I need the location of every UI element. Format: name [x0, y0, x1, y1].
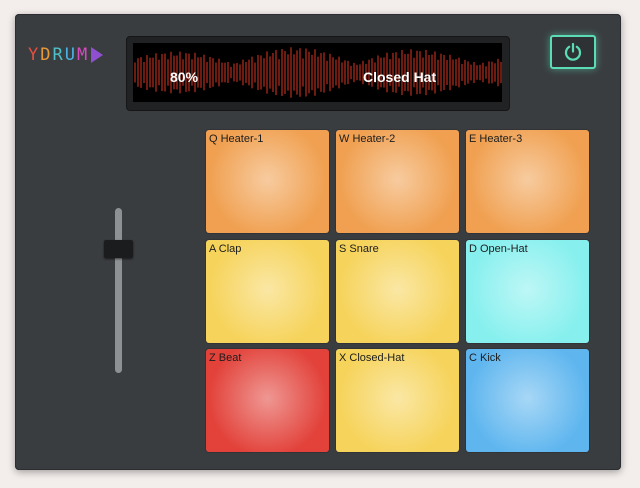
drum-pad-label: D Open-Hat	[469, 243, 528, 255]
volume-readout: 80%	[170, 69, 199, 85]
drum-pad-label: Q Heater-1	[209, 133, 264, 145]
drum-pad[interactable]: X Closed-Hat	[336, 349, 459, 452]
drum-pad-label: A Clap	[209, 243, 242, 255]
logo-letter: M	[77, 45, 90, 65]
drum-pad[interactable]: Q Heater-1	[206, 130, 329, 233]
logo-letter: Y	[28, 45, 41, 65]
drum-pad[interactable]: E Heater-3	[466, 130, 589, 233]
logo-letter: D	[40, 45, 53, 65]
drum-pad-label: Z Beat	[209, 352, 242, 364]
drum-pad[interactable]: W Heater-2	[336, 130, 459, 233]
drum-pad-label: S Snare	[339, 243, 379, 255]
volume-slider-thumb[interactable]	[104, 240, 133, 258]
power-button[interactable]	[550, 35, 596, 69]
power-icon	[564, 42, 582, 61]
play-arrow-icon	[91, 47, 104, 63]
drum-pad[interactable]: S Snare	[336, 240, 459, 343]
logo-letter: R	[52, 45, 65, 65]
volume-slider-track[interactable]	[115, 208, 122, 373]
display-screen: 80% Closed Hat	[133, 43, 502, 102]
drum-pad[interactable]: C Kick	[466, 349, 589, 452]
drum-pad-label: E Heater-3	[469, 133, 523, 145]
logo-letter: U	[64, 45, 77, 65]
drum-pad-label: X Closed-Hat	[339, 352, 405, 364]
ydrum-logo: Y D R U M	[28, 45, 104, 65]
display-panel: 80% Closed Hat	[127, 37, 509, 110]
drum-pad-label: W Heater-2	[339, 133, 396, 145]
sound-name-readout: Closed Hat	[363, 69, 437, 85]
drum-pad-label: C Kick	[469, 352, 501, 364]
drum-pad[interactable]: Z Beat	[206, 349, 329, 452]
drum-pad[interactable]: A Clap	[206, 240, 329, 343]
drum-pad[interactable]: D Open-Hat	[466, 240, 589, 343]
